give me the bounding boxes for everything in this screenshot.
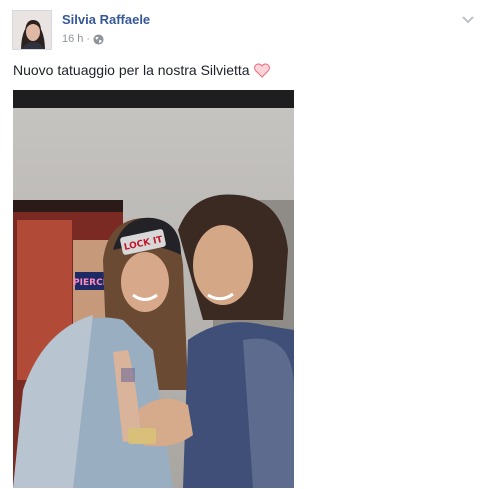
author-name-link[interactable]: Silvia Raffaele <box>62 12 150 27</box>
post-timestamp[interactable]: 16 h <box>62 33 83 45</box>
photo-image: PIERCING LOCK IT <box>13 90 294 488</box>
post-photo[interactable]: PIERCING LOCK IT <box>13 90 294 488</box>
globe-icon[interactable] <box>93 33 104 45</box>
caption-text: Nuovo tatuaggio per la nostra Silvietta <box>13 62 250 78</box>
post-caption: Nuovo tatuaggio per la nostra Silvietta <box>13 62 270 78</box>
chevron-down-icon[interactable] <box>461 12 475 26</box>
author-avatar[interactable] <box>12 10 52 50</box>
meta-separator: · <box>86 33 91 45</box>
heart-icon <box>253 62 270 78</box>
post-meta: 16 h · <box>62 33 104 45</box>
feed-post: Silvia Raffaele 16 h · Nuovo tatuaggio p… <box>0 0 483 489</box>
avatar-image <box>13 11 51 49</box>
